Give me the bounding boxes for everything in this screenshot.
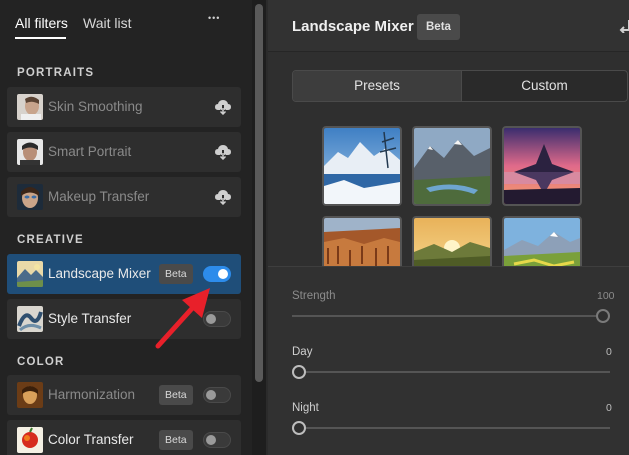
- filter-options-panel: Landscape Mixer Beta Presets Custom Stre…: [268, 0, 629, 455]
- beta-badge: Beta: [159, 430, 193, 450]
- day-slider-track[interactable]: [292, 371, 610, 373]
- filter-row-smart-portrait[interactable]: Smart Portrait: [7, 132, 241, 172]
- filter-label: Makeup Transfer: [48, 189, 150, 204]
- panel-title: Landscape Mixer: [292, 18, 414, 35]
- sunset-peak-preset[interactable]: [502, 126, 582, 206]
- harmonization-toggle[interactable]: [203, 387, 231, 403]
- filter-label: Skin Smoothing: [48, 99, 143, 114]
- filter-label: Style Transfer: [48, 311, 132, 326]
- tab-wait-list[interactable]: Wait list: [83, 15, 131, 31]
- night-slider-track[interactable]: [292, 427, 610, 429]
- section-portraits: PORTRAITS: [17, 67, 95, 79]
- filter-row-makeup-transfer[interactable]: Makeup Transfer: [7, 177, 241, 217]
- annotation-arrow-icon: [155, 288, 210, 349]
- cloud-download-icon[interactable]: [214, 144, 232, 160]
- mountain-valley-preset[interactable]: [412, 126, 492, 206]
- filter-row-harmonization[interactable]: Harmonization Beta: [7, 375, 241, 415]
- tab-all-filters[interactable]: All filters: [15, 15, 68, 31]
- style-transfer-thumbnail: [17, 306, 43, 332]
- skin-smoothing-thumbnail: [17, 94, 43, 120]
- section-creative: CREATIVE: [17, 234, 84, 246]
- filter-row-color-transfer[interactable]: Color Transfer Beta: [7, 420, 241, 455]
- strength-slider-track[interactable]: [292, 315, 610, 317]
- night-value: 0: [606, 402, 612, 414]
- day-value: 0: [606, 346, 612, 358]
- color-transfer-toggle[interactable]: [203, 432, 231, 448]
- toggle-knob: [206, 435, 216, 445]
- beta-badge: Beta: [417, 14, 460, 40]
- section-color: COLOR: [17, 356, 65, 368]
- more-options-icon[interactable]: •••: [208, 13, 220, 23]
- landscape-mixer-toggle[interactable]: [203, 266, 231, 282]
- night-label: Night: [292, 402, 319, 414]
- filter-label: Color Transfer: [48, 432, 134, 447]
- presets-tab[interactable]: Presets: [293, 71, 461, 101]
- presets-custom-switch: Presets Custom: [292, 70, 628, 102]
- day-slider-handle[interactable]: [292, 365, 306, 379]
- custom-tab[interactable]: Custom: [461, 71, 627, 101]
- cloud-download-icon[interactable]: [214, 99, 232, 115]
- toggle-knob: [218, 269, 228, 279]
- filter-label: Harmonization: [48, 387, 136, 402]
- filter-label: Landscape Mixer: [48, 266, 151, 281]
- undo-icon[interactable]: [618, 17, 629, 33]
- landscape-mixer-thumbnail: [17, 261, 43, 287]
- panel-header: Landscape Mixer Beta: [268, 0, 629, 52]
- makeup-transfer-thumbnail: [17, 184, 43, 210]
- smart-portrait-thumbnail: [17, 139, 43, 165]
- night-slider-handle[interactable]: [292, 421, 306, 435]
- toggle-knob: [206, 390, 216, 400]
- filter-row-skin-smoothing[interactable]: Skin Smoothing: [7, 87, 241, 127]
- cloud-download-icon[interactable]: [214, 189, 232, 205]
- color-transfer-thumbnail: [17, 427, 43, 453]
- beta-badge: Beta: [159, 385, 193, 405]
- snowy-lake-preset[interactable]: [322, 126, 402, 206]
- harmonization-thumbnail: [17, 382, 43, 408]
- sidebar-scrollbar-thumb[interactable]: [255, 4, 263, 382]
- strength-slider-handle[interactable]: [596, 309, 610, 323]
- filter-tabs: All filters Wait list •••: [0, 0, 252, 44]
- filter-label: Smart Portrait: [48, 144, 132, 159]
- day-label: Day: [292, 346, 313, 358]
- strength-label: Strength: [292, 290, 336, 302]
- beta-badge: Beta: [159, 264, 193, 284]
- filters-sidebar: All filters Wait list ••• PORTRAITS Skin…: [0, 0, 252, 455]
- strength-value: 100: [597, 290, 615, 302]
- active-tab-indicator: [15, 37, 66, 39]
